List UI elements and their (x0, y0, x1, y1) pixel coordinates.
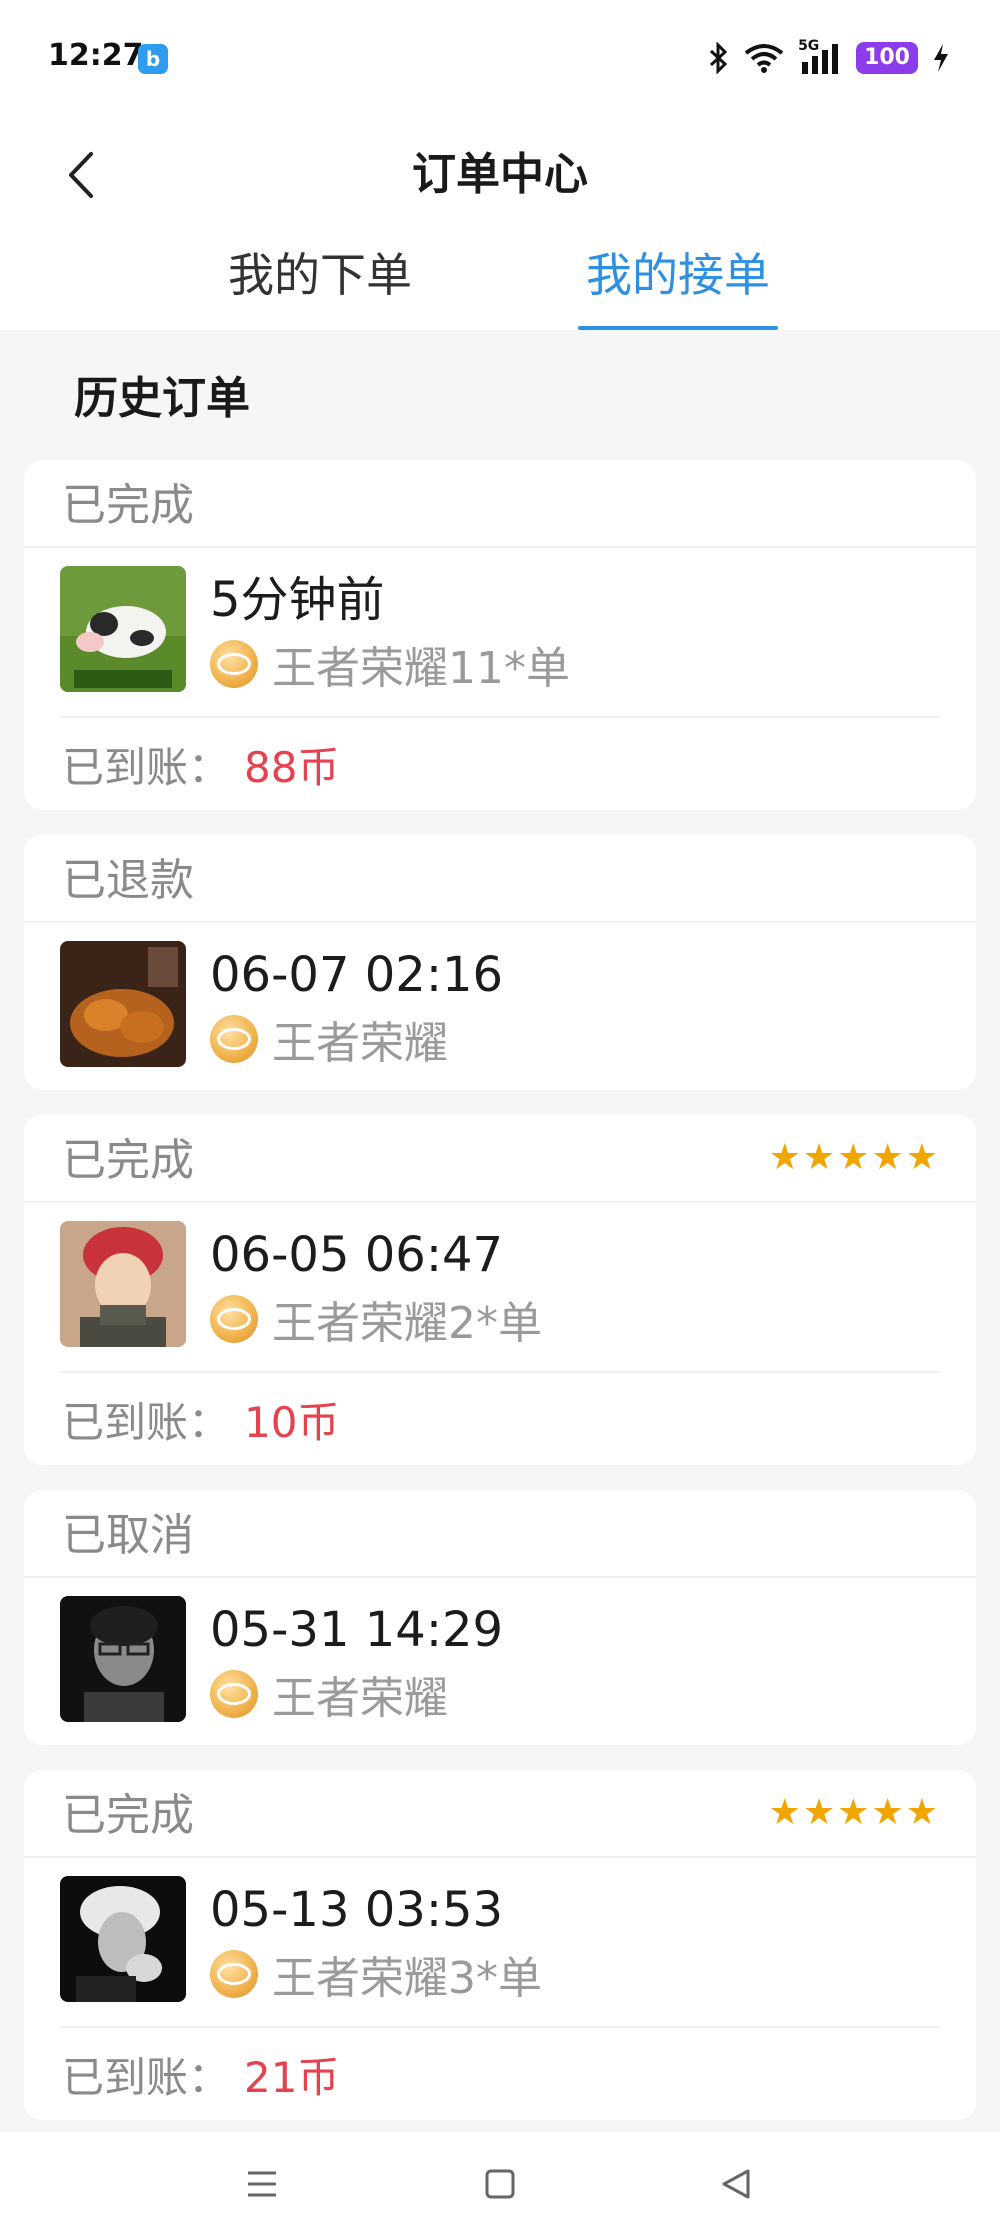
back-nav-button[interactable] (706, 2154, 766, 2214)
order-time: 05-31 14:29 (210, 1602, 504, 1658)
payout-amount: 21币 (244, 2053, 340, 2102)
divider (24, 1201, 976, 1203)
payout-label: 已到账： (62, 1398, 231, 1447)
order-time: 06-05 06:47 (210, 1227, 504, 1283)
order-status: 已退款 (62, 855, 194, 906)
payout-label: 已到账： (62, 743, 231, 792)
order-time: 06-07 02:16 (210, 947, 504, 1003)
game-info: 王者荣耀 (210, 1664, 448, 1724)
payout-amount: 88币 (244, 743, 340, 792)
tab-label: 我的接单 (586, 248, 770, 302)
order-status: 已完成 (62, 1135, 194, 1186)
menu-button[interactable] (232, 2154, 292, 2214)
system-nav-bar (0, 2132, 1000, 2235)
game-name: 王者荣耀 (272, 1673, 448, 1724)
tab-my-orders-accepted[interactable]: 我的接单 (578, 235, 778, 330)
wifi-icon (744, 44, 784, 73)
star-rating: ★★★★★ (768, 1137, 940, 1178)
game-info: 王者荣耀3*单 (210, 1944, 542, 2004)
status-bar: 12:27 b 5G 100 (0, 0, 1000, 120)
divider (60, 1371, 940, 1373)
order-status: 已取消 (62, 1510, 194, 1561)
star-rating: ★★★★★ (768, 1792, 940, 1833)
signal-indicator: 5G (798, 38, 842, 74)
payout-amount: 10币 (244, 1398, 340, 1447)
game-name: 王者荣耀3*单 (272, 1953, 542, 2004)
order-status: 已完成 (62, 480, 194, 531)
triangle-back-icon (722, 2169, 750, 2199)
payout-label: 已到账： (62, 2053, 231, 2102)
game-coin-icon (210, 1015, 258, 1063)
order-card[interactable]: 已完成 ★★★★★ 06-05 06:47 王者荣耀2*单 已到账： 10币 (24, 1115, 976, 1465)
avatar (60, 1876, 186, 2002)
divider (24, 546, 976, 548)
game-name: 王者荣耀2*单 (272, 1298, 542, 1349)
avatar (60, 566, 186, 692)
order-card[interactable]: 已完成 ★★★★★ 05-13 03:53 王者荣耀3*单 已到账： 21币 (24, 1770, 976, 2120)
order-time: 05-13 03:53 (210, 1882, 504, 1938)
active-tab-indicator (578, 326, 778, 330)
game-info: 王者荣耀2*单 (210, 1289, 542, 1349)
game-name: 王者荣耀 (272, 1018, 448, 1069)
avatar (60, 941, 186, 1067)
order-status: 已完成 (62, 1790, 194, 1841)
game-coin-icon (210, 640, 258, 688)
order-card[interactable]: 已取消 05-31 14:29 王者荣耀 (24, 1490, 976, 1745)
game-coin-icon (210, 1670, 258, 1718)
divider (24, 1856, 976, 1858)
battery-indicator: 100 (856, 42, 918, 74)
game-coin-icon (210, 1950, 258, 1998)
divider (60, 716, 940, 718)
divider (24, 1576, 976, 1578)
game-info: 王者荣耀11*单 (210, 634, 570, 694)
game-name: 王者荣耀11*单 (272, 643, 570, 694)
signal-icon (802, 44, 839, 74)
order-card[interactable]: 已退款 06-07 02:16 王者荣耀 (24, 835, 976, 1090)
order-time: 5分钟前 (210, 572, 385, 628)
status-time: 12:27 (48, 38, 144, 73)
bluetooth-icon (710, 42, 728, 74)
page-title: 订单中心 (412, 149, 588, 200)
avatar (60, 1221, 186, 1347)
tab-bar: 我的下单 我的接单 (0, 235, 1000, 330)
square-icon (485, 2169, 515, 2199)
divider (60, 2026, 940, 2028)
game-coin-icon (210, 1295, 258, 1343)
divider (24, 921, 976, 923)
tab-my-orders-placed[interactable]: 我的下单 (210, 235, 430, 330)
home-button[interactable] (470, 2154, 530, 2214)
order-card[interactable]: 已完成 5分钟前 王者荣耀11*单 已到账： 88币 (24, 460, 976, 810)
avatar (60, 1596, 186, 1722)
status-indicators: 5G 100 (708, 38, 950, 76)
app-notification-icon: b (138, 44, 168, 74)
charging-icon (934, 44, 948, 72)
menu-icon (248, 2171, 276, 2197)
game-info: 王者荣耀 (210, 1009, 448, 1069)
section-title: 历史订单 (74, 373, 250, 424)
header: 订单中心 我的下单 我的接单 (0, 120, 1000, 330)
